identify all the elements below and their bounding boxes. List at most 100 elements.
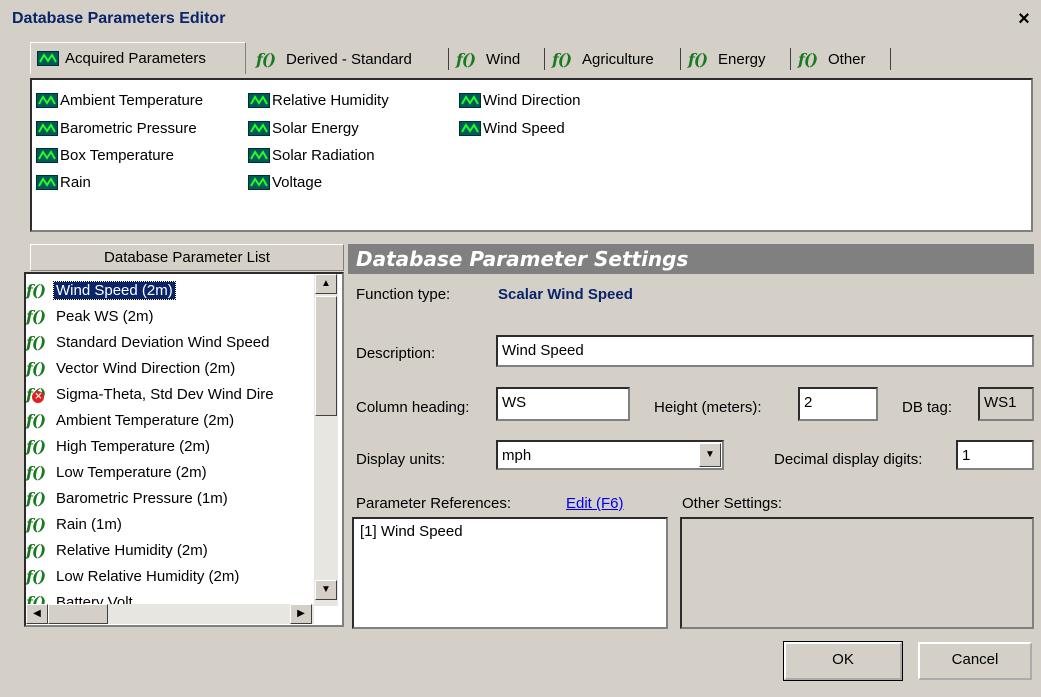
list-item[interactable]: f() Relative Humidity (2m)	[26, 538, 210, 562]
scroll-right-button[interactable]: ▶	[290, 604, 312, 624]
decimal-digits-field[interactable]: 1	[956, 440, 1034, 470]
param-refs-label: Parameter References:	[356, 495, 512, 512]
column-heading-field[interactable]: WS	[496, 387, 630, 421]
tab-energy[interactable]: f() Energy	[682, 44, 791, 74]
error-function-icon: f()×	[26, 385, 50, 404]
window-title: Database Parameters Editor	[12, 10, 226, 27]
tab-wind[interactable]: f() Wind	[450, 44, 545, 74]
decimal-digits-label: Decimal display digits:	[774, 451, 923, 468]
list-horizontal-scrollbar[interactable]: ◀ ▶	[26, 604, 314, 624]
chevron-down-icon[interactable]: ▼	[699, 443, 721, 467]
function-icon: f()	[26, 488, 46, 508]
reference-item[interactable]: [1] Wind Speed	[360, 523, 660, 540]
acquired-icon	[36, 93, 58, 108]
ok-button[interactable]: OK	[783, 641, 903, 681]
function-icon: f()	[26, 462, 46, 482]
height-label: Height (meters):	[654, 399, 762, 416]
other-settings-label: Other Settings:	[682, 495, 783, 512]
acquired-item[interactable]: Box Temperature	[36, 147, 174, 164]
display-units-select[interactable]: mph ▼	[496, 440, 724, 470]
list-item[interactable]: f() Vector Wind Direction (2m)	[26, 356, 237, 380]
acquired-item[interactable]: Barometric Pressure	[36, 120, 197, 137]
list-item[interactable]: f() Standard Deviation Wind Speed	[26, 330, 271, 354]
acquired-icon	[248, 175, 270, 190]
function-icon: f()	[26, 358, 46, 378]
scroll-down-button[interactable]: ▼	[315, 580, 337, 600]
tab-derived-standard[interactable]: f() Derived - Standard	[250, 44, 449, 74]
scroll-thumb[interactable]	[315, 296, 337, 416]
acquired-icon	[36, 148, 58, 163]
acquired-item[interactable]: Rain	[36, 174, 91, 191]
height-field[interactable]: 2	[798, 387, 878, 421]
acquired-item[interactable]: Solar Radiation	[248, 147, 375, 164]
tab-label: Derived - Standard	[286, 50, 412, 68]
tab-label: Wind	[486, 50, 521, 68]
function-icon: f()	[26, 306, 46, 326]
acquired-icon	[248, 121, 270, 136]
list-item[interactable]: f() Rain (1m)	[26, 512, 124, 536]
acquired-item[interactable]: Solar Energy	[248, 120, 359, 137]
close-button[interactable]: ×	[1013, 9, 1035, 31]
scroll-left-button[interactable]: ◀	[26, 604, 48, 624]
function-icon: f()	[26, 566, 46, 586]
function-type-label: Function type:	[356, 286, 451, 303]
tab-agriculture[interactable]: f() Agriculture	[546, 44, 681, 74]
acquired-item[interactable]: Voltage	[248, 174, 322, 191]
list-item[interactable]: f()×Sigma-Theta, Std Dev Wind Dire	[26, 382, 276, 406]
db-tag-label: DB tag:	[902, 399, 953, 416]
parameter-references-list[interactable]: [1] Wind Speed	[352, 517, 668, 629]
settings-header: Database Parameter Settings	[348, 244, 1034, 274]
tab-label: Energy	[718, 50, 766, 68]
other-settings-panel	[680, 517, 1034, 629]
display-units-label: Display units:	[356, 451, 446, 468]
edit-link[interactable]: Edit (F6)	[566, 495, 624, 512]
acquired-icon	[36, 175, 58, 190]
function-icon: f()	[688, 49, 708, 69]
scroll-thumb-horizontal[interactable]	[48, 604, 108, 624]
db-tag-field: WS1	[978, 387, 1034, 421]
acquired-icon	[248, 148, 270, 163]
function-icon: f()	[552, 49, 572, 69]
description-field[interactable]: Wind Speed	[496, 335, 1034, 367]
function-icon: f()	[256, 49, 276, 69]
acquired-item[interactable]: Ambient Temperature	[36, 92, 203, 109]
scroll-up-button[interactable]: ▲	[315, 274, 337, 294]
function-icon: f()	[26, 410, 46, 430]
tab-label: Other	[828, 50, 866, 68]
acquired-icon	[459, 93, 481, 108]
acquired-parameters-panel: Ambient Temperature Barometric Pressure …	[30, 78, 1033, 232]
function-icon: f()	[26, 280, 46, 300]
list-item[interactable]: f() Low Temperature (2m)	[26, 460, 209, 484]
acquired-icon	[37, 51, 59, 66]
acquired-item[interactable]: Wind Direction	[459, 92, 581, 109]
function-icon: f()	[26, 540, 46, 560]
function-icon: f()	[456, 49, 476, 69]
cancel-button[interactable]: Cancel	[918, 642, 1032, 680]
list-item[interactable]: f() Wind Speed (2m)	[26, 278, 176, 302]
function-type-value: Scalar Wind Speed	[498, 286, 633, 303]
function-icon: f()	[26, 332, 46, 352]
acquired-icon	[36, 121, 58, 136]
list-vertical-scrollbar[interactable]: ▲ ▼	[314, 274, 338, 606]
list-item[interactable]: f() Peak WS (2m)	[26, 304, 156, 328]
tab-other[interactable]: f() Other	[792, 44, 891, 74]
acquired-icon	[459, 121, 481, 136]
description-label: Description:	[356, 345, 436, 362]
acquired-item[interactable]: Wind Speed	[459, 120, 565, 137]
parameter-list-header: Database Parameter List	[30, 244, 344, 271]
list-item[interactable]: f() High Temperature (2m)	[26, 434, 212, 458]
function-icon: f()	[26, 436, 46, 456]
column-heading-label: Column heading:	[356, 399, 470, 416]
acquired-icon	[248, 93, 270, 108]
tab-label: Acquired Parameters	[65, 50, 206, 67]
acquired-item[interactable]: Relative Humidity	[248, 92, 389, 109]
tab-acquired-parameters[interactable]: Acquired Parameters	[30, 42, 246, 74]
display-units-value: mph	[502, 447, 532, 464]
list-item[interactable]: f() Barometric Pressure (1m)	[26, 486, 230, 510]
tab-label: Agriculture	[582, 50, 654, 68]
list-item[interactable]: f() Ambient Temperature (2m)	[26, 408, 236, 432]
function-icon: f()	[798, 49, 818, 69]
list-item[interactable]: f() Low Relative Humidity (2m)	[26, 564, 241, 588]
function-icon: f()	[26, 514, 46, 534]
parameter-list[interactable]: f() Wind Speed (2m) f() Peak WS (2m) f() St…	[24, 272, 344, 627]
